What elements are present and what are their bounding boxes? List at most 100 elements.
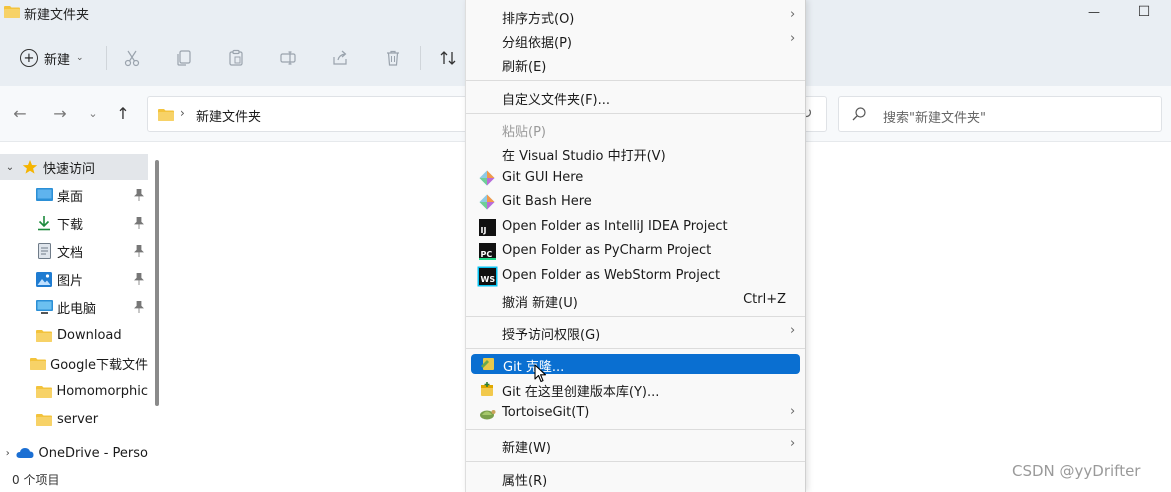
sidebar-item-this-pc[interactable]: 此电脑 (0, 294, 148, 320)
menu-item-git-gui[interactable]: Git GUI Here (470, 166, 802, 190)
menu-item-open-visual-studio[interactable]: 在 Visual Studio 中打开(V) (470, 141, 802, 165)
menu-item-label: Git Bash Here (502, 194, 592, 209)
folder-icon (35, 383, 53, 399)
desktop-icon (35, 187, 53, 203)
sidebar-item-quick-access[interactable]: ⌄ 快速访问 (0, 154, 148, 180)
sidebar-item-downloads[interactable]: 下载 (0, 210, 148, 236)
sidebar-item-server[interactable]: server (0, 406, 148, 432)
menu-item-label: 授予访问权限(G) (502, 328, 601, 343)
minimize-icon: — (1088, 5, 1100, 19)
sort-icon[interactable] (438, 48, 458, 68)
sidebar-item-label: 文档 (57, 245, 84, 261)
menu-item-refresh[interactable]: 刷新(E) (470, 52, 802, 76)
paste-icon[interactable] (226, 48, 246, 68)
sidebar-item-label: Download (57, 327, 122, 343)
sidebar-item-pictures[interactable]: 图片 (0, 266, 148, 292)
share-icon[interactable] (330, 48, 350, 68)
menu-item-group-by[interactable]: 分组依据(P) › (470, 28, 802, 52)
menu-item-git-create-repo[interactable]: Git 在这里创建版本库(Y)... (470, 377, 802, 401)
git-bash-icon (478, 193, 496, 211)
copy-icon[interactable] (174, 48, 194, 68)
chevron-down-icon[interactable]: ⌄ (83, 107, 103, 120)
document-icon (35, 243, 53, 259)
folder-icon (4, 6, 20, 18)
menu-item-label: TortoiseGit(T) (502, 405, 590, 420)
maximize-icon: ☐ (1137, 4, 1151, 20)
sidebar-item-label: 此电脑 (57, 301, 97, 317)
pin-icon[interactable] (134, 217, 144, 229)
maximize-button[interactable]: ☐ (1130, 2, 1158, 22)
menu-item-paste: 粘贴(P) (470, 117, 802, 141)
menu-separator (466, 316, 805, 317)
search-icon (852, 107, 866, 121)
sidebar-item-label: Homomorphic (56, 383, 148, 399)
menu-item-label: 新建(W) (502, 441, 551, 456)
chevron-right-icon[interactable]: › (3, 448, 12, 459)
new-button[interactable]: + 新建 ⌄ (14, 44, 92, 72)
delete-icon[interactable] (383, 48, 403, 68)
sidebar-item-documents[interactable]: 文档 (0, 238, 148, 264)
sidebar-item-desktop[interactable]: 桌面 (0, 182, 148, 208)
toolbar-divider (106, 46, 107, 70)
minimize-button[interactable]: — (1080, 2, 1108, 22)
webstorm-icon: WS (478, 267, 496, 285)
menu-item-label: 粘贴(P) (502, 125, 546, 140)
menu-separator (466, 461, 805, 462)
git-gui-icon (478, 169, 496, 187)
tortoise-repo-icon (478, 380, 496, 398)
menu-item-undo-new[interactable]: 撤消 新建(U) Ctrl+Z (470, 288, 802, 312)
menu-item-properties[interactable]: 属性(R) (470, 466, 802, 490)
menu-item-open-webstorm[interactable]: WS Open Folder as WebStorm Project (470, 264, 802, 288)
back-arrow-icon[interactable]: ← (10, 104, 30, 123)
menu-item-sort-by[interactable]: 排序方式(O) › (470, 4, 802, 28)
sidebar-scrollbar[interactable] (155, 160, 159, 406)
pycharm-icon: PC (478, 242, 496, 260)
menu-item-git-clone[interactable]: Git 克隆... (471, 354, 800, 375)
sidebar-item-label: 图片 (57, 273, 84, 289)
pin-icon[interactable] (134, 189, 144, 201)
mouse-cursor-icon (534, 364, 547, 383)
pin-icon[interactable] (134, 245, 144, 257)
download-icon (35, 215, 53, 231)
menu-item-new[interactable]: 新建(W) › (470, 433, 802, 457)
forward-arrow-icon[interactable]: → (50, 104, 70, 123)
menu-item-shortcut: Ctrl+Z (743, 292, 786, 307)
cut-icon[interactable] (122, 48, 142, 68)
menu-item-git-bash[interactable]: Git Bash Here (470, 190, 802, 214)
pin-icon[interactable] (134, 301, 144, 313)
menu-item-label: 刷新(E) (502, 60, 547, 75)
search-placeholder: 搜索"新建文件夹" (883, 111, 986, 126)
sidebar-item-onedrive[interactable]: › OneDrive - Perso (0, 440, 148, 466)
menu-item-label: 自定义文件夹(F)... (502, 93, 611, 108)
menu-item-open-pycharm[interactable]: PC Open Folder as PyCharm Project (470, 239, 802, 263)
menu-item-grant-access[interactable]: 授予访问权限(G) › (470, 320, 802, 344)
chevron-right-icon: › (790, 404, 796, 419)
rename-icon[interactable] (278, 48, 298, 68)
tortoise-clone-icon (479, 355, 497, 373)
menu-item-label: 分组依据(P) (502, 36, 572, 51)
menu-separator (466, 429, 805, 430)
item-count: 0 个项目 (12, 473, 60, 487)
chevron-down-icon: ⌄ (76, 53, 84, 63)
sidebar-item-label: 快速访问 (43, 161, 96, 177)
pin-icon[interactable] (134, 273, 144, 285)
sidebar-item-download-folder[interactable]: Download (0, 322, 148, 348)
picture-icon (35, 271, 53, 287)
chevron-down-icon[interactable]: ⌄ (3, 162, 17, 173)
new-button-label: 新建 (44, 52, 71, 68)
menu-item-label: 在 Visual Studio 中打开(V) (502, 149, 666, 164)
breadcrumb[interactable]: 新建文件夹 (196, 106, 261, 125)
intellij-badge: IJ (478, 218, 496, 236)
search-input[interactable]: 搜索"新建文件夹" (838, 96, 1162, 132)
menu-item-customize-folder[interactable]: 自定义文件夹(F)... (470, 85, 802, 109)
sidebar-item-google-download[interactable]: Google下载文件 (0, 350, 148, 376)
sidebar-item-label: 桌面 (57, 189, 84, 205)
up-arrow-icon[interactable]: ↑ (113, 104, 133, 123)
folder-icon (35, 327, 53, 343)
sidebar-item-homomorphic[interactable]: Homomorphic (0, 378, 148, 404)
sidebar-item-label: OneDrive - Perso (38, 445, 148, 461)
menu-item-label: Open Folder as WebStorm Project (502, 268, 721, 283)
menu-item-open-intellij[interactable]: IJ Open Folder as IntelliJ IDEA Project (470, 215, 802, 239)
chevron-right-icon: › (790, 436, 796, 451)
menu-item-tortoisegit[interactable]: TortoiseGit(T) › (470, 401, 802, 425)
